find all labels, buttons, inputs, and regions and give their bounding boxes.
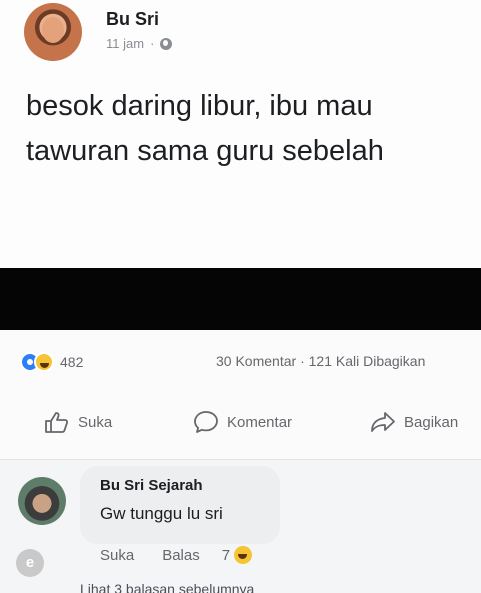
meta-separator: · xyxy=(150,36,155,51)
share-count[interactable]: 121 Kali Dibagikan xyxy=(309,353,426,369)
haha-reaction-icon xyxy=(34,352,54,372)
post-card: Bu Sri 11 jam · besok daring libur, ibu … xyxy=(0,0,481,268)
stats-dot: · xyxy=(300,353,305,369)
share-button[interactable]: Bagikan xyxy=(370,410,458,434)
post-meta: 11 jam · xyxy=(106,36,173,51)
post-actions: Suka Komentar Bagikan xyxy=(0,382,481,460)
haha-reaction-icon xyxy=(234,546,253,564)
comment-count[interactable]: 30 Komentar xyxy=(216,353,296,369)
comment-like-button[interactable]: Suka xyxy=(100,547,134,564)
post-time[interactable]: 11 jam xyxy=(106,36,144,51)
watermark-icon: e xyxy=(16,549,44,577)
reactions-summary[interactable]: 482 xyxy=(20,352,83,372)
comment-text: Gw tunggu lu sri xyxy=(100,504,223,523)
comment-label: Komentar xyxy=(227,413,293,431)
comments-section: Bu Sri Sejarah Gw tunggu lu sri Suka Bal… xyxy=(0,460,481,593)
post-text: besok daring libur, ibu mau tawuran sama… xyxy=(26,90,384,167)
comment-reaction-count: 7 xyxy=(221,546,231,564)
comment-button[interactable]: Komentar xyxy=(193,410,292,434)
comment-icon xyxy=(194,411,218,433)
commenter-avatar[interactable] xyxy=(18,477,66,525)
like-label: Suka xyxy=(78,413,113,431)
author-avatar[interactable] xyxy=(24,3,82,61)
reaction-count: 482 xyxy=(60,354,84,370)
commenter-name[interactable]: Bu Sri Sejarah xyxy=(100,477,203,494)
globe-icon xyxy=(160,37,173,50)
comment-actions: Suka Balas 7 xyxy=(100,546,253,564)
comment-reactions[interactable]: 7 xyxy=(221,546,253,564)
share-label: Bagikan xyxy=(404,413,459,431)
view-previous-replies[interactable]: Lihat 3 balasan sebelumnya xyxy=(80,581,254,593)
thumbs-up-icon xyxy=(45,412,69,433)
black-divider xyxy=(0,268,481,330)
comment-reply-button[interactable]: Balas xyxy=(162,547,200,564)
like-button[interactable]: Suka xyxy=(44,410,112,434)
comments-shares: 30 Komentar · 121 Kali Dibagikan xyxy=(216,353,425,369)
author-name[interactable]: Bu Sri xyxy=(106,9,159,30)
share-icon xyxy=(371,412,395,432)
post-stats: 482 30 Komentar · 121 Kali Dibagikan xyxy=(0,330,481,382)
